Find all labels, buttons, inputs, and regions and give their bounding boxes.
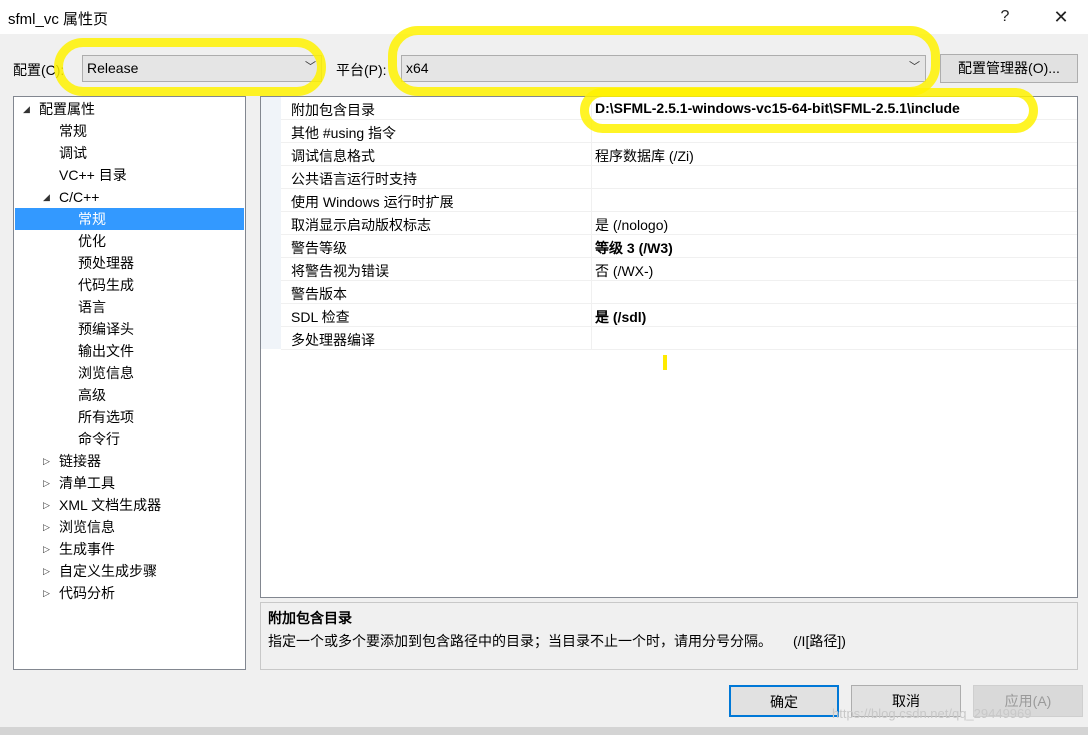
background-window-strip xyxy=(0,727,1088,735)
property-row[interactable]: 调试信息格式 程序数据库 (/Zi) xyxy=(281,143,1077,166)
property-row[interactable]: 多处理器编译 xyxy=(281,327,1077,350)
collapsed-icon[interactable]: ▷ xyxy=(43,494,50,516)
property-row[interactable]: 取消显示启动版权标志 是 (/nologo) xyxy=(281,212,1077,235)
property-row[interactable]: 使用 Windows 运行时扩展 xyxy=(281,189,1077,212)
tree-item-browse-info[interactable]: ▷ 浏览信息 xyxy=(15,516,244,538)
description-text: 指定一个或多个要添加到包含路径中的目录；当目录不止一个时，请用分号分隔。 (/I… xyxy=(268,633,846,649)
tree-item-cpp[interactable]: ◢ C/C++ xyxy=(15,186,244,208)
collapsed-icon[interactable]: ▷ xyxy=(43,516,50,538)
tree-item-code-analysis[interactable]: ▷ 代码分析 xyxy=(15,582,244,604)
property-row[interactable]: 公共语言运行时支持 xyxy=(281,166,1077,189)
tree-item-vc-directories[interactable]: VC++ 目录 xyxy=(15,164,244,186)
tree-item-custom-build-step[interactable]: ▷ 自定义生成步骤 xyxy=(15,560,244,582)
collapsed-icon[interactable]: ▷ xyxy=(43,582,50,604)
highlight-platform xyxy=(388,26,940,96)
description-panel: 附加包含目录 指定一个或多个要添加到包含路径中的目录；当目录不止一个时，请用分号… xyxy=(260,602,1078,670)
property-tree: ◢ 配置属性 常规 调试 VC++ 目录 ◢ C/C++ 常规 优化 预处理器 … xyxy=(13,96,246,670)
ok-button[interactable]: 确定 xyxy=(729,685,839,717)
platform-label: 平台(P): xyxy=(336,62,387,78)
property-row[interactable]: 将警告视为错误 否 (/WX-) xyxy=(281,258,1077,281)
config-manager-button[interactable]: 配置管理器(O)... xyxy=(940,54,1078,83)
watermark: https://blog.csdn.net/qq_29449969 xyxy=(832,706,1032,721)
property-row[interactable]: 警告版本 xyxy=(281,281,1077,304)
tree-item-general[interactable]: 常规 xyxy=(15,120,244,142)
highlight-include-path xyxy=(580,88,1038,133)
tree-item-config-properties[interactable]: ◢ 配置属性 xyxy=(15,98,244,120)
tree-item-linker[interactable]: ▷ 链接器 xyxy=(15,450,244,472)
expanded-icon[interactable]: ◢ xyxy=(23,98,30,120)
close-icon[interactable]: ✕ xyxy=(1046,4,1076,30)
tree-item-output-files[interactable]: 输出文件 xyxy=(15,340,244,362)
tree-item-preprocessor[interactable]: 预处理器 xyxy=(15,252,244,274)
tree-item-all-options[interactable]: 所有选项 xyxy=(15,406,244,428)
expanded-icon[interactable]: ◢ xyxy=(43,186,50,208)
tree-item-xml-doc-generator[interactable]: ▷ XML 文档生成器 xyxy=(15,494,244,516)
tree-item-build-events[interactable]: ▷ 生成事件 xyxy=(15,538,244,560)
description-title: 附加包含目录 xyxy=(268,610,352,626)
property-row[interactable]: SDL 检查 是 (/sdl) xyxy=(281,304,1077,327)
collapsed-icon[interactable]: ▷ xyxy=(43,472,50,494)
tree-item-code-generation[interactable]: 代码生成 xyxy=(15,274,244,296)
collapsed-icon[interactable]: ▷ xyxy=(43,450,50,472)
highlight-config xyxy=(54,38,326,96)
tree-item-precompiled-headers[interactable]: 预编译头 xyxy=(15,318,244,340)
tree-item-command-line[interactable]: 命令行 xyxy=(15,428,244,450)
grid-gutter xyxy=(261,97,281,349)
collapsed-icon[interactable]: ▷ xyxy=(43,560,50,582)
highlight-mark xyxy=(663,355,667,370)
tree-item-manifest-tool[interactable]: ▷ 清单工具 xyxy=(15,472,244,494)
window-title: sfml_vc 属性页 xyxy=(8,11,109,28)
property-grid: 附加包含目录 D:\SFML-2.5.1-windows-vc15-64-bit… xyxy=(260,96,1078,598)
collapsed-icon[interactable]: ▷ xyxy=(43,538,50,560)
tree-item-cpp-general[interactable]: 常规 xyxy=(15,208,244,230)
tree-item-language[interactable]: 语言 xyxy=(15,296,244,318)
tree-item-advanced[interactable]: 高级 xyxy=(15,384,244,406)
tree-item-debugging[interactable]: 调试 xyxy=(15,142,244,164)
property-row[interactable]: 警告等级 等级 3 (/W3) xyxy=(281,235,1077,258)
help-icon[interactable]: ? xyxy=(990,4,1020,30)
tree-item-browse-information[interactable]: 浏览信息 xyxy=(15,362,244,384)
tree-item-optimization[interactable]: 优化 xyxy=(15,230,244,252)
